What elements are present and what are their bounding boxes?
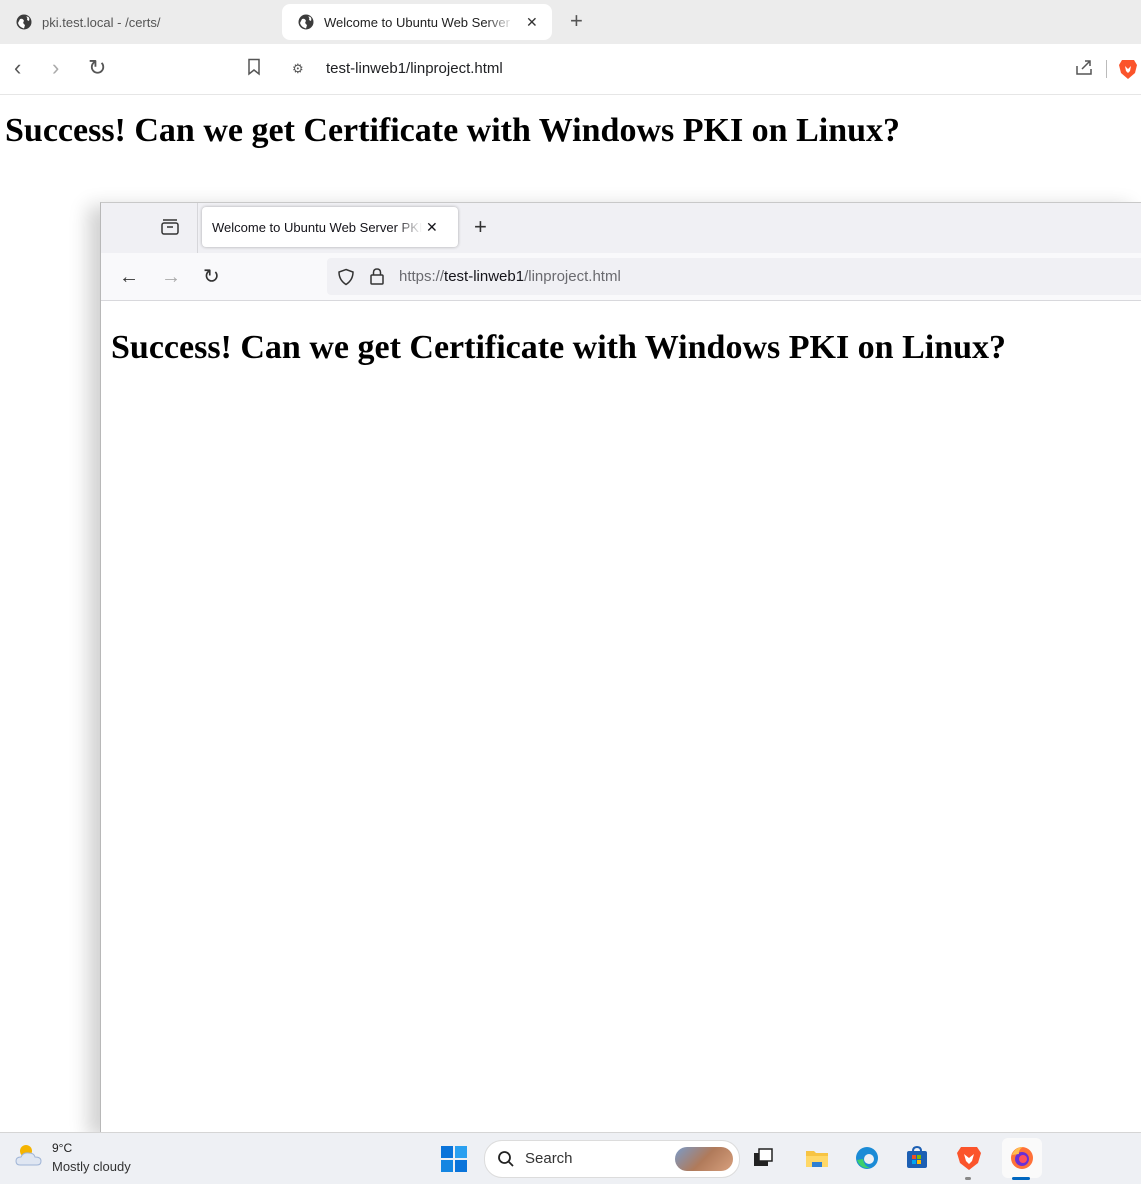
arrow-right-icon[interactable]: → [161,266,181,288]
lock-icon[interactable] [369,267,385,285]
outer-tab-pki[interactable]: pki.test.local - /certs/ [0,4,270,40]
toolbar-separator [1106,60,1107,78]
brave-icon[interactable] [956,1145,982,1171]
weather-condition[interactable]: Mostly cloudy [52,1159,131,1174]
partly-cloudy-icon[interactable] [14,1141,46,1169]
url-text[interactable]: test-linweb1/linproject.html [326,60,503,77]
close-icon[interactable]: ✕ [526,14,538,31]
new-tab-button[interactable]: + [474,216,487,238]
url-host: test-linweb1 [444,268,525,285]
reload-icon[interactable]: ↻ [203,266,220,288]
globe-icon [16,14,32,30]
tab-title: pki.test.local - /certs/ [42,14,161,30]
task-view-icon[interactable] [750,1145,776,1171]
firefox-icon [1011,1147,1033,1169]
active-indicator [1012,1177,1030,1180]
tab-title: Welcome to Ubuntu Web Server [324,14,510,30]
search-label: Search [525,1150,573,1167]
edge-icon[interactable] [854,1145,880,1171]
bookmark-icon[interactable] [247,58,261,76]
globe-icon [298,14,314,30]
share-icon[interactable] [1074,58,1094,76]
address-bar[interactable]: ⚙ test-linweb1/linproject.html [280,50,1120,88]
page-heading: Success! Can we get Certificate with Win… [111,329,1007,366]
firefox-taskbar-button[interactable] [1002,1138,1042,1178]
site-settings-icon[interactable]: ⚙ [292,61,304,77]
reload-icon[interactable]: ↻ [88,56,106,80]
taskbar-search-box[interactable]: Search [484,1140,740,1178]
outer-tab-welcome[interactable]: Welcome to Ubuntu Web Server ✕ [282,4,552,40]
firefox-screenshot-window: Welcome to Ubuntu Web Server PKI ✕ + ← →… [100,202,1141,1133]
tracking-shield-icon[interactable] [337,268,355,286]
tab-title: Welcome to Ubuntu Web Server PKI [212,219,422,235]
tab-separator [197,203,198,253]
url-scheme: https:// [399,268,445,285]
close-icon[interactable]: ✕ [426,219,438,236]
file-explorer-icon[interactable] [804,1145,830,1171]
inner-url-bar[interactable]: https://test-linweb1/linproject.html [327,258,1141,295]
microsoft-store-icon[interactable] [904,1145,930,1171]
search-highlight-image [675,1147,733,1171]
chevron-right-icon[interactable]: › [52,56,59,80]
running-indicator [965,1177,971,1180]
search-icon [498,1151,514,1167]
inner-tab-welcome[interactable]: Welcome to Ubuntu Web Server PKI ✕ [202,207,458,247]
chevron-left-icon[interactable]: ‹ [14,56,21,80]
new-tab-button[interactable]: + [570,10,583,32]
brave-lion-icon[interactable] [1118,58,1138,80]
url-text[interactable]: https://test-linweb1/linproject.html [399,268,621,285]
page-heading: Success! Can we get Certificate with Win… [5,112,901,149]
windows-start-icon[interactable] [440,1145,468,1173]
tab-list-icon[interactable] [159,217,181,237]
weather-temperature[interactable]: 9°C [52,1141,72,1155]
arrow-left-icon[interactable]: ← [119,266,139,288]
url-path: /linproject.html [524,268,621,285]
